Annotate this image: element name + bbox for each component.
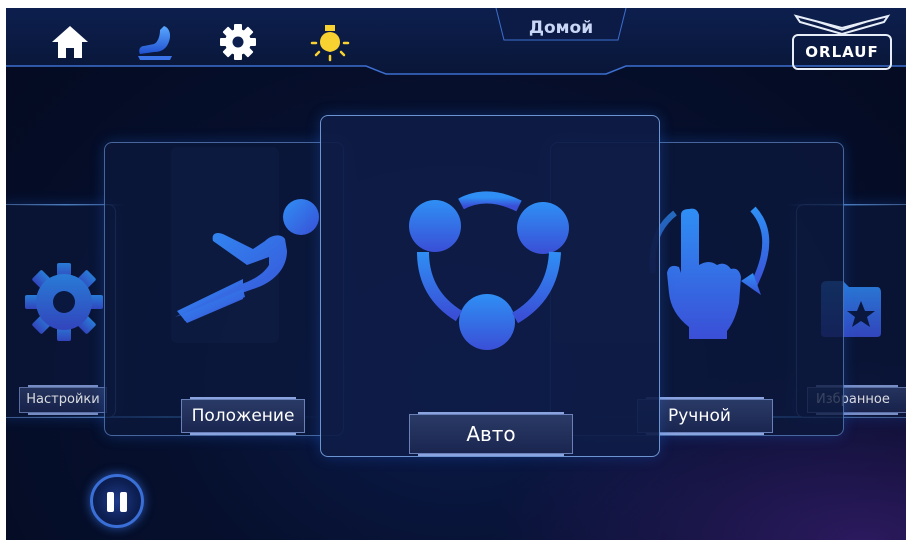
recline-position-icon (173, 199, 323, 333)
app-screen: Домой ORLAUF Настройки Избранное Положен… (6, 8, 906, 540)
brand-wings-icon (793, 14, 891, 36)
massage-chair-icon[interactable] (134, 22, 174, 62)
gear-icon[interactable] (218, 22, 258, 62)
auto-cycle-icon (403, 184, 575, 358)
mode-label: Положение (181, 397, 305, 435)
mode-label: Настройки (19, 385, 107, 415)
page-title: Домой (528, 18, 594, 38)
pause-button[interactable] (90, 474, 144, 528)
mode-card-settings[interactable]: Настройки (6, 204, 116, 418)
pause-icon (120, 492, 127, 512)
pause-icon (107, 492, 114, 512)
mode-card-position[interactable]: Положение (104, 142, 344, 436)
mode-label: Авто (409, 412, 573, 456)
home-icon[interactable] (50, 22, 90, 62)
brand-name: ORLAUF (792, 34, 892, 70)
gear-icon (25, 259, 103, 349)
brand-logo: ORLAUF (792, 14, 896, 72)
lightbulb-icon[interactable] (308, 22, 350, 62)
top-bar: Домой ORLAUF (6, 8, 906, 80)
mode-card-auto[interactable]: Авто (320, 115, 660, 457)
